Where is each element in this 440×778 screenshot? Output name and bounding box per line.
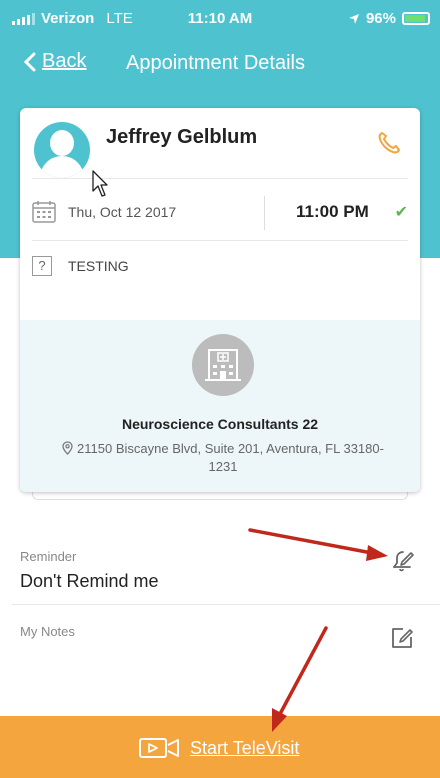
question-icon: ? [32,256,52,276]
televisit-bar: Start TeleVisit [0,716,440,778]
calendar-icon [32,201,56,223]
clinic-name: Neuroscience Consultants 22 [121,416,319,432]
section-divider [12,604,440,605]
notes-label: My Notes [20,624,75,639]
app-header: Verizon LTE 11:10 AM 96% Back Appointmen… [0,0,440,98]
clinic-address: 21150 Biscayne Blvd, Suite 201, Aventura… [58,440,388,476]
date-time-row: Thu, Oct 12 2017 11:00 PM ✔ [32,196,408,232]
building-icon [192,334,254,396]
appointment-reason: TESTING [68,258,129,274]
avatar [34,122,90,178]
chevron-left-icon [24,52,36,71]
annotation-arrow-reminder [248,528,388,561]
back-button[interactable]: Back [24,50,86,73]
battery-percent: 96% [365,10,396,27]
appointment-card: Jeffrey Gelblum Thu, Oct 12 2017 11:00 P… [20,108,420,492]
alarm-edit-icon[interactable] [390,547,416,578]
location-pin-icon [62,441,73,455]
clinic-location-section: Neuroscience Consultants 22 21150 Biscay… [20,320,420,492]
start-televisit-button[interactable]: Start TeleVisit [138,736,299,760]
edit-notes-icon[interactable] [390,626,414,655]
location-arrow-icon [348,13,359,24]
check-icon: ✔ [394,204,408,221]
phone-icon[interactable] [376,130,402,161]
page-title: Appointment Details [126,52,305,74]
card-divider [32,240,408,241]
reminder-label: Reminder [20,549,77,564]
video-camera-icon [139,738,179,758]
clinic-address-text: 21150 Biscayne Blvd, Suite 201, Aventura… [77,441,384,474]
reminder-value[interactable]: Don't Remind me [20,571,159,592]
battery-area: 96% [348,10,430,27]
card-divider [32,178,408,179]
date-time-separator [264,196,265,230]
start-televisit-label: Start TeleVisit [190,737,300,758]
status-bar: Verizon LTE 11:10 AM 96% [0,0,440,36]
back-label: Back [42,50,87,72]
appointment-date: Thu, Oct 12 2017 [68,204,177,220]
battery-icon [402,12,430,25]
appointment-time: 11:00 PM [296,202,369,221]
doctor-name: Jeffrey Gelblum [106,126,258,148]
nav-bar: Back Appointment Details [0,36,440,92]
